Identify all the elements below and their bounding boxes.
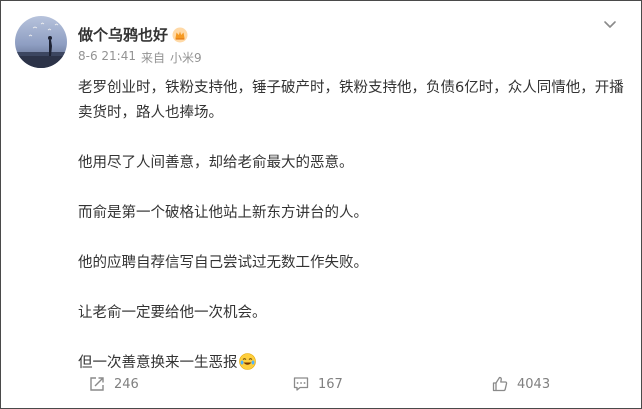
post-meta: 8-6 21:41 来自 小米9: [78, 49, 202, 66]
comment-icon: [293, 377, 309, 391]
comment-button[interactable]: 167: [292, 372, 343, 396]
like-count: 4043: [517, 376, 551, 392]
repost-button[interactable]: 246: [88, 372, 139, 396]
post-paragraph: 他的应聘自荐信写自己尝试过无数工作失败。: [78, 255, 368, 271]
crying-laughing-emoji: [238, 353, 256, 370]
weibo-post-card: 做个乌鸦也好 8-6 21:41 来自 小米9 老罗创业时，铁粉支持他，锤子破产…: [0, 0, 642, 409]
like-button[interactable]: 4043: [491, 372, 550, 396]
post-paragraph: 他用尽了人间善意，却给老俞最大的恶意。: [78, 155, 354, 171]
post-paragraph: 而俞是第一个破格让他站上新东方讲台的人。: [78, 205, 368, 221]
post-date[interactable]: 8-6 21:41: [78, 49, 136, 66]
repost-count: 246: [114, 376, 139, 392]
share-icon: [90, 377, 104, 391]
post-paragraph-text: 但一次善意换来一生恶报: [78, 355, 238, 371]
post-paragraph: 让老俞一定要给他一次机会。: [78, 305, 267, 321]
source-device[interactable]: 小米9: [170, 49, 202, 66]
action-bar: 246 167 4043: [1, 372, 641, 396]
crown-icon[interactable]: [172, 27, 188, 43]
username-row: 做个乌鸦也好: [78, 24, 188, 45]
chevron-down-icon[interactable]: [601, 15, 619, 33]
avatar[interactable]: [15, 16, 67, 68]
post-content: 老罗创业时，铁粉支持他，锤子破产时，铁粉支持他，负债6亿时，众人同情他，开播卖货…: [78, 76, 634, 376]
comment-count: 167: [318, 376, 343, 392]
avatar-image: [15, 22, 67, 68]
source-prefix: 来自: [141, 51, 166, 65]
post-paragraph: 老罗创业时，铁粉支持他，锤子破产时，铁粉支持他，负债6亿时，众人同情他，开播卖货…: [78, 80, 624, 121]
username[interactable]: 做个乌鸦也好: [78, 24, 168, 45]
thumbs-up-icon: [492, 376, 508, 392]
